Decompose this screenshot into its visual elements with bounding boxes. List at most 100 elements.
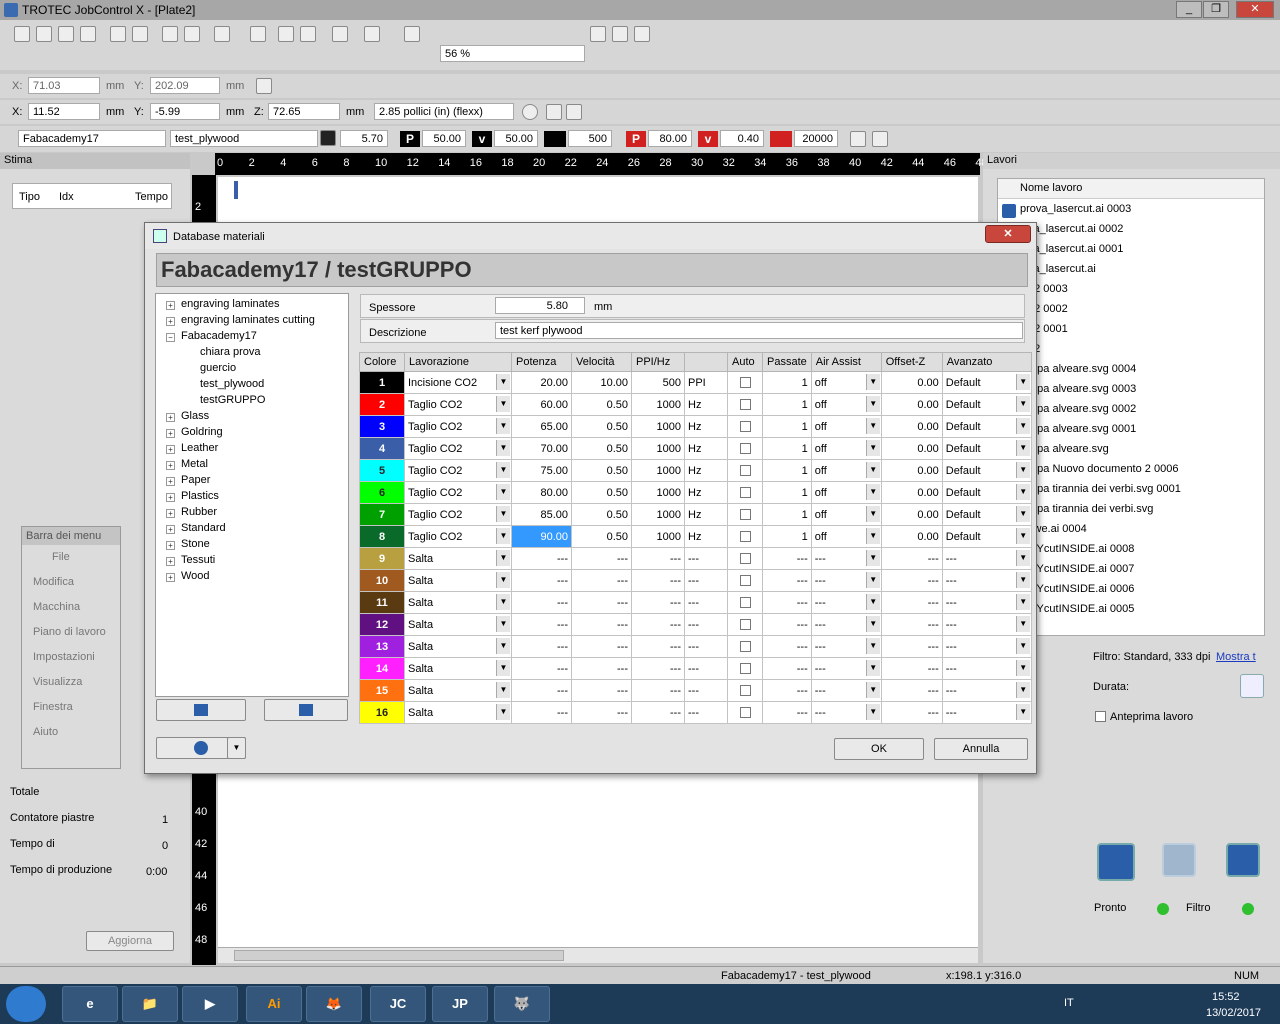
tree-node[interactable]: Standard	[181, 522, 226, 534]
air-assist-select[interactable]: --- ▼	[810, 657, 882, 680]
undo-icon[interactable]	[850, 131, 866, 147]
auto-checkbox-cell[interactable]	[727, 437, 763, 460]
process-select[interactable]: Incisione CO2 ▼	[404, 371, 512, 394]
job-list-item[interactable]: OYcutINSIDE.ai 0008	[1028, 543, 1134, 555]
auto-checkbox-cell[interactable]	[727, 657, 763, 680]
process-select[interactable]: Salta ▼	[404, 569, 512, 592]
color-swatch[interactable]: 3	[359, 415, 405, 438]
autofocus-icon[interactable]	[522, 104, 538, 120]
job-list-item[interactable]: prova_lasercut.ai 0003	[1020, 203, 1131, 215]
ppi-hz-cell[interactable]: ---	[631, 591, 685, 614]
tree-node[interactable]: testGRUPPO	[200, 394, 265, 406]
menu-file[interactable]: File	[52, 551, 70, 563]
ok-button[interactable]: OK	[834, 738, 924, 760]
job-list[interactable]: Nome lavoro prova_lasercut.ai 0003 va_las…	[997, 178, 1265, 636]
job-list-item[interactable]: mpa alveare.svg 0003	[1028, 383, 1136, 395]
offset-z-cell[interactable]: ---	[880, 547, 943, 570]
power-cell[interactable]: 20.00	[511, 371, 572, 394]
align-icon[interactable]	[110, 26, 126, 42]
close-button[interactable]: ✕	[1236, 1, 1274, 18]
velocity-value[interactable]: 50.00	[494, 130, 538, 147]
clock-icon[interactable]	[1240, 674, 1264, 698]
process-select[interactable]: Taglio CO2 ▼	[404, 393, 512, 416]
ppi-hz-cell[interactable]: 1000	[631, 481, 685, 504]
color-swatch[interactable]: 8	[359, 525, 405, 548]
dropdown-arrow-icon[interactable]: ▼	[1015, 682, 1030, 698]
process-select[interactable]: Salta ▼	[404, 657, 512, 680]
stop-icon[interactable]	[1162, 843, 1196, 877]
auto-checkbox[interactable]	[739, 487, 751, 499]
wizard-icon[interactable]	[404, 26, 420, 42]
offset-z-cell[interactable]: 0.00	[880, 503, 943, 526]
color-swatch[interactable]: 5	[359, 459, 405, 482]
explorer-icon[interactable]: 📁	[122, 986, 178, 1022]
job-list-item[interactable]: mpa alveare.svg 0001	[1028, 423, 1136, 435]
speed-cell[interactable]: ---	[571, 569, 632, 592]
advanced-select[interactable]: Default ▼	[941, 415, 1032, 438]
tree-node[interactable]: Fabacademy17	[181, 330, 257, 342]
dropdown-arrow-icon[interactable]: ▼	[865, 704, 880, 720]
offset-z-cell[interactable]: ---	[880, 569, 943, 592]
power-cell[interactable]: 60.00	[511, 393, 572, 416]
passes-cell[interactable]: 1	[762, 415, 812, 438]
tree-node[interactable]: test_plywood	[200, 378, 264, 390]
dropdown-arrow-icon[interactable]: ▼	[496, 396, 510, 412]
auto-checkbox-cell[interactable]	[727, 547, 763, 570]
passes-cell[interactable]: ---	[762, 591, 812, 614]
passes-cell[interactable]: 1	[762, 481, 812, 504]
dropdown-arrow-icon[interactable]: ▼	[865, 616, 880, 632]
y-position-field[interactable]: 202.09	[150, 77, 220, 94]
settings-gear-icon[interactable]	[364, 26, 380, 42]
dropdown-arrow-icon[interactable]: ▼	[865, 550, 880, 566]
menu-piano[interactable]: Piano di lavoro	[33, 626, 106, 638]
anchor-icon[interactable]	[256, 78, 272, 94]
ppi-hz-cell[interactable]: ---	[631, 613, 685, 636]
air-assist-select[interactable]: --- ▼	[810, 701, 882, 724]
dropdown-arrow-icon[interactable]: ▼	[496, 550, 510, 566]
process-select[interactable]: Taglio CO2 ▼	[404, 525, 512, 548]
description-input[interactable]: test kerf plywood	[495, 322, 1023, 339]
offset-z-cell[interactable]: 0.00	[880, 393, 943, 416]
tree-node[interactable]: Metal	[181, 458, 208, 470]
speed-cell[interactable]: ---	[571, 635, 632, 658]
air-assist-select[interactable]: --- ▼	[810, 679, 882, 702]
clock-time[interactable]: 15:52	[1212, 990, 1240, 1004]
update-button[interactable]: Aggiorna	[86, 931, 174, 951]
auto-checkbox[interactable]	[739, 707, 751, 719]
advanced-select[interactable]: --- ▼	[941, 569, 1032, 592]
material-tree[interactable]: + engraving laminates + engraving laminates…	[155, 293, 349, 697]
expand-icon[interactable]: +	[166, 477, 175, 486]
dropdown-arrow-icon[interactable]: ▼	[865, 484, 880, 500]
scroll-thumb[interactable]	[234, 950, 564, 961]
air-assist-select[interactable]: off ▼	[810, 525, 882, 548]
passes-cell[interactable]: ---	[762, 679, 812, 702]
dropdown-arrow-icon[interactable]: ▼	[496, 638, 510, 654]
profile-select[interactable]: test_plywood	[170, 130, 318, 147]
start-icon[interactable]	[6, 986, 46, 1022]
process-select[interactable]: Taglio CO2 ▼	[404, 415, 512, 438]
air-assist-select[interactable]: --- ▼	[810, 635, 882, 658]
z-field[interactable]: 72.65	[268, 103, 340, 120]
speed-cell[interactable]: 0.50	[571, 437, 632, 460]
passes-cell[interactable]: ---	[762, 569, 812, 592]
gimp-icon[interactable]: 🐺	[494, 986, 550, 1022]
color-swatch[interactable]: 15	[359, 679, 405, 702]
passes-cell[interactable]: 1	[762, 525, 812, 548]
expand-icon[interactable]: +	[166, 557, 175, 566]
crosshair-icon[interactable]	[546, 104, 562, 120]
dropdown-arrow-icon[interactable]: ▼	[496, 594, 510, 610]
speed-cell[interactable]: 0.50	[571, 459, 632, 482]
width-field[interactable]: 11.52	[28, 103, 100, 120]
power-cell[interactable]: 70.00	[511, 437, 572, 460]
auto-checkbox[interactable]	[739, 685, 751, 697]
color-swatch[interactable]: 7	[359, 503, 405, 526]
color-swatch[interactable]: 1	[359, 371, 405, 394]
process-select[interactable]: Salta ▼	[404, 613, 512, 636]
dialog-close-button[interactable]: ✕	[985, 225, 1031, 243]
offset-z-cell[interactable]: ---	[880, 591, 943, 614]
color-swatch[interactable]: 2	[359, 393, 405, 416]
distribute-icon[interactable]	[132, 26, 148, 42]
air-assist-select[interactable]: off ▼	[810, 371, 882, 394]
air-assist-select[interactable]: --- ▼	[810, 569, 882, 592]
auto-checkbox[interactable]	[739, 663, 751, 675]
